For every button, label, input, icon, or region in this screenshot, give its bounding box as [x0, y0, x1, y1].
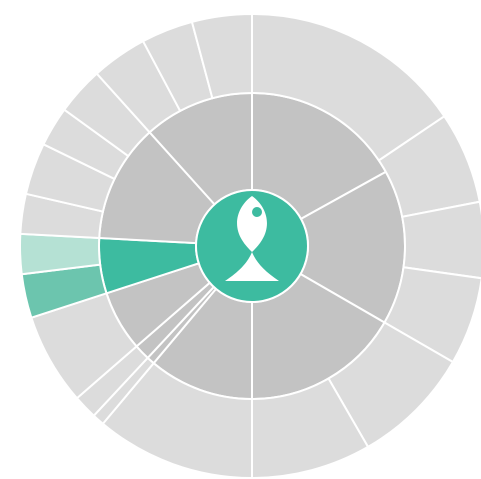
sunburst-svg	[19, 12, 481, 479]
sunburst-chart	[0, 0, 481, 479]
